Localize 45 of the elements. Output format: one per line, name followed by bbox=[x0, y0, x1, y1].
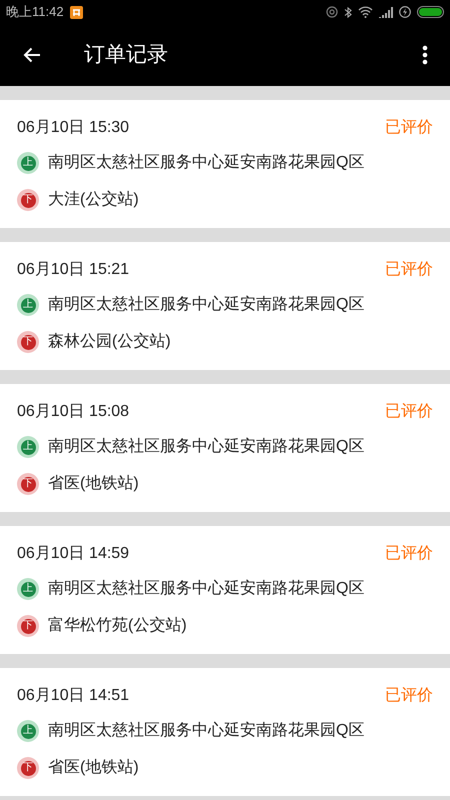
pickup-badge: 上 bbox=[17, 436, 39, 458]
pickup-address: 南明区太慈社区服务中心延安南路花果园Q区 bbox=[48, 152, 364, 173]
more-icon[interactable] bbox=[422, 45, 428, 65]
pickup-address: 南明区太慈社区服务中心延安南路花果园Q区 bbox=[48, 720, 364, 741]
dropoff-address: 富华松竹苑(公交站) bbox=[48, 616, 187, 636]
order-time: 06月10日 15:21 bbox=[17, 260, 130, 280]
pickup-address: 南明区太慈社区服务中心延安南路花果园Q区 bbox=[48, 578, 364, 599]
dropoff-badge: 下 bbox=[17, 189, 39, 211]
pickup-badge: 上 bbox=[17, 152, 39, 174]
pickup-address: 南明区太慈社区服务中心延安南路花果园Q区 bbox=[48, 294, 364, 315]
order-status: 已评价 bbox=[385, 686, 433, 706]
order-card[interactable]: 06月10日 15:21 已评价 上 南明区太慈社区服务中心延安南路花果园Q区 下 森林公园(公交站) bbox=[0, 242, 450, 370]
back-icon[interactable] bbox=[23, 47, 41, 63]
order-time: 06月10日 15:30 bbox=[17, 118, 130, 138]
pickup-badge: 上 bbox=[17, 720, 39, 742]
pickup-badge: 上 bbox=[17, 294, 39, 316]
order-status: 已评价 bbox=[385, 118, 433, 138]
order-card[interactable]: 06月10日 15:08 已评价 上 南明区太慈社区服务中心延安南路花果园Q区 下 省医(地铁站) bbox=[0, 384, 450, 512]
order-time: 06月10日 14:51 bbox=[17, 686, 130, 706]
dropoff-badge: 下 bbox=[17, 615, 39, 637]
bluetooth-icon bbox=[344, 6, 352, 18]
order-card[interactable]: 06月10日 14:51 已评价 上 南明区太慈社区服务中心延安南路花果园Q区 下 省医(地铁站) bbox=[0, 668, 450, 796]
dropoff-badge: 下 bbox=[17, 473, 39, 495]
dropoff-address: 大洼(公交站) bbox=[48, 190, 139, 210]
order-card[interactable]: 06月10日 14:59 已评价 上 南明区太慈社区服务中心延安南路花果园Q区 下 富华松竹苑(公交站) bbox=[0, 526, 450, 654]
status-time: 晚上11:42 bbox=[6, 3, 64, 22]
dropoff-address: 省医(地铁站) bbox=[48, 474, 139, 494]
order-card[interactable]: 06月10日 15:30 已评价 上 南明区太慈社区服务中心延安南路花果园Q区 下 大洼(公交站) bbox=[0, 100, 450, 228]
order-time: 06月10日 14:59 bbox=[17, 544, 130, 564]
dropoff-badge: 下 bbox=[17, 757, 39, 779]
dropoff-address: 森林公园(公交站) bbox=[48, 332, 171, 352]
order-time: 06月10日 15:08 bbox=[17, 402, 130, 422]
order-status: 已评价 bbox=[385, 260, 433, 280]
pickup-address: 南明区太慈社区服务中心延安南路花果园Q区 bbox=[48, 436, 364, 457]
battery-icon bbox=[417, 6, 444, 18]
order-status: 已评价 bbox=[385, 544, 433, 564]
signal-icon bbox=[379, 6, 393, 18]
wifi-icon bbox=[358, 6, 373, 18]
notification-icon bbox=[70, 6, 83, 18]
page-title: 订单记录 bbox=[84, 42, 168, 68]
dropoff-badge: 下 bbox=[17, 331, 39, 353]
dropoff-address: 省医(地铁站) bbox=[48, 758, 139, 778]
charging-icon bbox=[399, 6, 411, 18]
pickup-badge: 上 bbox=[17, 578, 39, 600]
order-status: 已评价 bbox=[385, 402, 433, 422]
